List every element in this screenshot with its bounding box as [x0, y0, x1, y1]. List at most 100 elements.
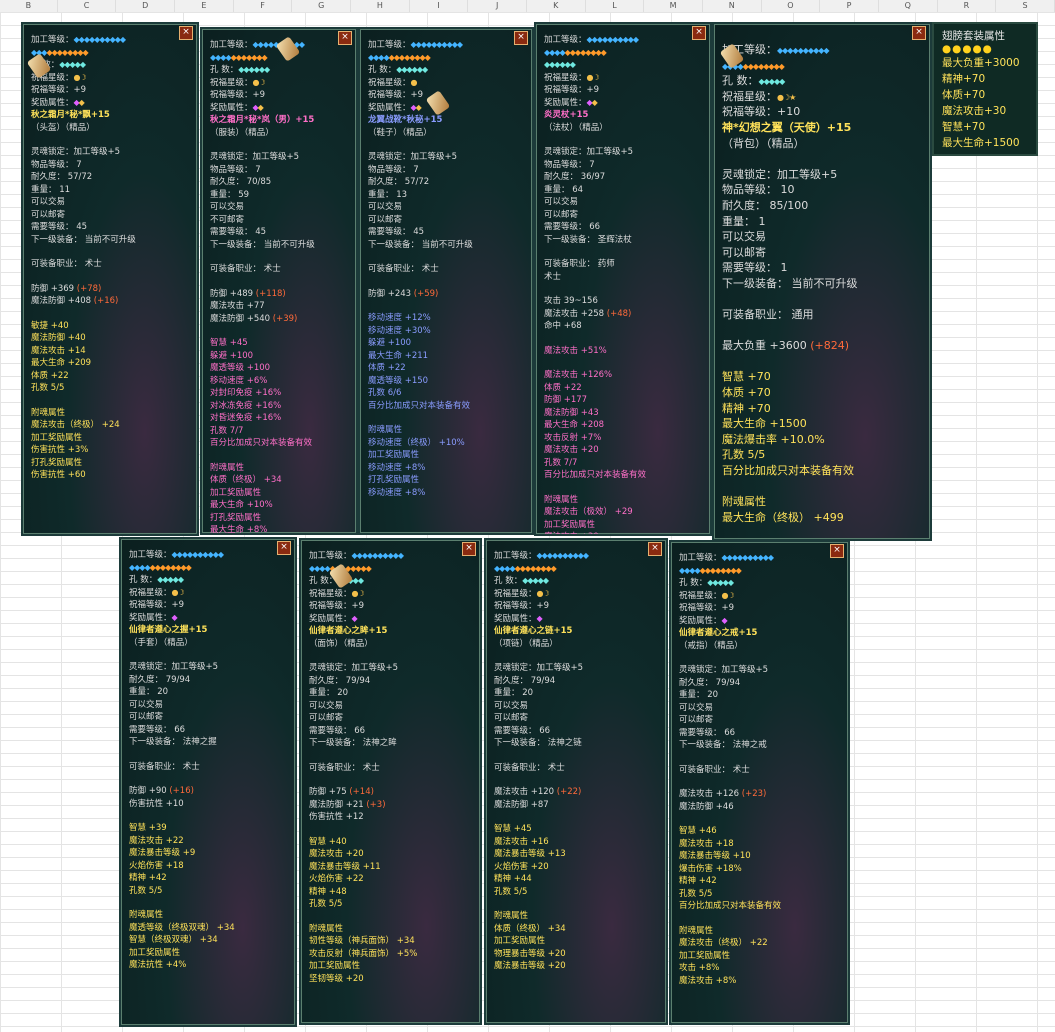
line-text: 灵魂锁定：加工等级+5: [544, 147, 634, 157]
tooltip-line: 魔透等级 +100: [210, 362, 350, 375]
tooltip-line: 下一级装备： 当前不可升级: [368, 239, 526, 252]
column-letter[interactable]: H: [351, 0, 410, 12]
line-text: 灵魂锁定：加工等级+5: [679, 665, 769, 675]
column-letter[interactable]: I: [410, 0, 469, 12]
line-text: 打孔奖励属性: [210, 512, 262, 523]
line-text: 祝福星级：: [368, 77, 411, 88]
tooltip-line: （项链）（精品）: [494, 638, 660, 651]
gem-icon: ◆◆◆◆◆: [707, 578, 734, 587]
close-button[interactable]: ×: [179, 26, 193, 40]
tooltip-line: 秋之霜月*秘*飘+15: [31, 109, 191, 122]
line-text: 移动速度 +8%: [368, 462, 426, 473]
tooltip-body: 加工等级：◆◆◆◆◆◆◆◆◆◆◆◆◆◆◆◆◆◆◆◆◆孔 数：◆◆◆◆◆祝福星级：…: [31, 34, 191, 482]
column-letter[interactable]: S: [996, 0, 1055, 12]
gem-icon: ◆◆◆◆: [129, 562, 151, 572]
column-letter[interactable]: G: [292, 0, 351, 12]
column-letter[interactable]: Q: [879, 0, 938, 12]
column-letter[interactable]: N: [703, 0, 762, 12]
column-letter[interactable]: M: [644, 0, 703, 12]
line-text: 附魂属性: [679, 925, 714, 936]
line-text: 耐久度： 36/97: [544, 172, 606, 182]
tooltip-line: 奖励属性：◆◆: [544, 97, 704, 110]
line-text: 加工奖励属性: [31, 432, 83, 443]
bonus-value: (+16): [169, 786, 194, 796]
tooltip-line: 攻击 +8%: [679, 962, 842, 975]
tooltip-line: 魔法暴击等级 +9: [129, 847, 289, 860]
line-text: 需要等级： 66: [544, 222, 601, 232]
line-text: 需要等级： 66: [679, 727, 736, 738]
column-letter[interactable]: K: [527, 0, 586, 12]
line-text: 命中 +68: [544, 321, 582, 331]
tooltip-line: 耐久度： 79/94: [494, 675, 660, 688]
tooltip-line: 奖励属性：◆◆: [31, 97, 191, 110]
line-text: 魔法防御 +540: [210, 313, 273, 324]
tooltip-line: 物品等级： 7: [31, 159, 191, 172]
column-letter[interactable]: O: [762, 0, 821, 12]
tooltip-line: 附魂属性: [722, 494, 924, 510]
column-letter[interactable]: F: [234, 0, 293, 12]
line-text: 攻击反射 +7%: [544, 432, 602, 443]
tooltip-line: 百分比加成只对本装备有效: [210, 437, 350, 450]
line-text: 可装备职业： 术士: [368, 264, 439, 274]
tooltip-line: 祝福星级：●☽: [494, 588, 660, 601]
line-text: 智慧（终极双魂） +34: [129, 935, 218, 945]
close-button[interactable]: ×: [462, 542, 476, 556]
close-button[interactable]: ×: [338, 31, 352, 45]
line-text: 耐久度： 79/94: [494, 675, 556, 686]
close-button[interactable]: ×: [912, 26, 926, 40]
line-text: 防御 +90: [129, 786, 170, 796]
tooltip-line: 最大生命 +208: [544, 419, 704, 432]
close-button[interactable]: ×: [648, 542, 662, 556]
tooltip-line: 可以邮寄: [494, 712, 660, 725]
tooltip-line: 祝福等级：+10: [722, 104, 924, 120]
close-button[interactable]: ×: [830, 544, 844, 558]
tooltip-line: 孔 数：◆◆◆◆◆: [722, 73, 924, 89]
line-text: 魔法防御 +43: [544, 407, 599, 418]
gem-icon: ◆◆◆◆◆◆◆: [230, 52, 268, 62]
tooltip-line: 可装备职业： 术士: [129, 761, 289, 774]
tooltip-line: 祝福星级：●☽: [679, 590, 842, 603]
line-text: 可以邮寄: [544, 209, 579, 220]
gem-icon: ◆: [78, 97, 85, 107]
line-text: 可以交易: [210, 202, 245, 212]
line-text: 祝福等级：+9: [494, 601, 550, 611]
line-text: 最大生命 +8%: [210, 525, 268, 535]
tooltip-line: 魔法攻击 +18: [679, 838, 842, 851]
line-text: 重量： 11: [31, 184, 71, 195]
tooltip-line: 魔法攻击 +258 (+48): [544, 308, 704, 321]
tooltip-line: ◆◆◆◆◆◆◆◆◆◆◆: [210, 52, 350, 65]
tooltip-line: 下一级装备： 法神之链: [494, 737, 660, 750]
column-letter[interactable]: R: [938, 0, 997, 12]
line-text: 最大生命 +1500: [722, 417, 807, 431]
column-letter[interactable]: P: [820, 0, 879, 12]
close-button[interactable]: ×: [277, 541, 291, 555]
line-text: 需要等级： 66: [494, 725, 551, 736]
close-button[interactable]: ×: [514, 31, 528, 45]
column-letter[interactable]: B: [0, 0, 58, 12]
tooltip-line: 奖励属性：◆: [679, 615, 842, 628]
tooltip-line: 物品等级： 7: [544, 159, 704, 172]
tooltip-line: 物理暴击等级 +20: [494, 948, 660, 961]
tooltip-line: 孔数 5/5: [494, 886, 660, 899]
tooltip-line: （服装）（精品）: [210, 127, 350, 140]
set-bonus-line: 智慧+70: [942, 121, 986, 133]
tooltip-line: 坚韧等级 +20: [309, 973, 474, 986]
column-letter[interactable]: J: [468, 0, 527, 12]
tooltip-line: 仙律者遵心之眸+15: [309, 625, 474, 638]
close-button[interactable]: ×: [692, 26, 706, 40]
tooltip-line: 可以交易: [544, 196, 704, 209]
column-letter[interactable]: E: [175, 0, 234, 12]
column-letter[interactable]: D: [116, 0, 176, 12]
column-letter[interactable]: C: [58, 0, 117, 12]
set-bonus-line: 体质+70: [942, 89, 986, 101]
line-text: 祝福星级：: [679, 590, 722, 601]
tooltip-line: 魔法防御 +43: [544, 407, 704, 420]
line-text: 魔法暴击等级 +10: [679, 851, 751, 861]
line-text: 重量： 20: [679, 690, 719, 700]
line-text: 仙律者遵心之链+15: [494, 626, 573, 636]
tooltip-line: 孔数 6/6: [368, 387, 526, 400]
column-letter[interactable]: L: [586, 0, 645, 12]
line-text: 魔法攻击 +16: [494, 836, 549, 847]
